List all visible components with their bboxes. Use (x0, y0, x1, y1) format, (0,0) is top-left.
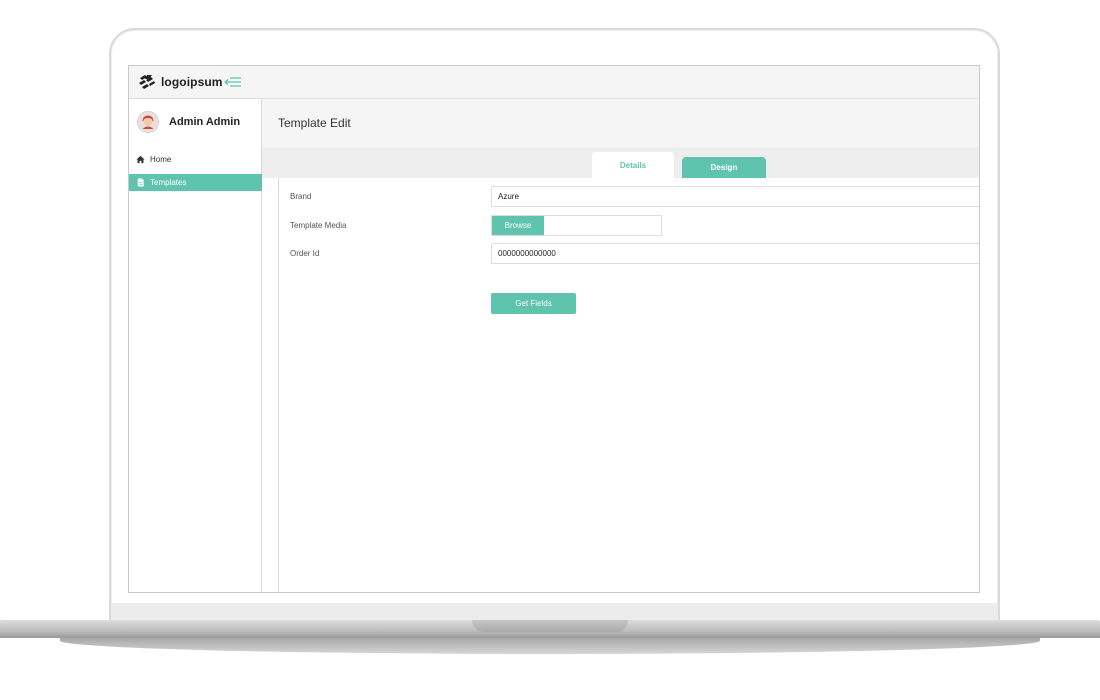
page-header: Template Edit (262, 99, 979, 147)
user-name: Admin Admin (169, 116, 241, 128)
laptop-base-bottom (60, 638, 1040, 654)
laptop-notch (472, 620, 628, 632)
main-content: Template Edit Details Design Brand Azure… (262, 99, 979, 592)
brand-value: Azure (498, 192, 519, 201)
sidebar-item-templates[interactable]: Templates (129, 174, 262, 191)
brand-field[interactable]: Azure (491, 186, 979, 207)
sidebar: Admin Admin Home Templates (129, 99, 262, 592)
tab-strip: Details Design (262, 147, 979, 178)
tab-design[interactable]: Design (682, 157, 766, 178)
page-title: Template Edit (278, 116, 351, 130)
logo-mark-icon (139, 75, 155, 89)
form-panel: Brand Azure Template Media Browse Order … (278, 178, 979, 592)
sidebar-item-label: Home (150, 155, 172, 164)
order-id-label: Order Id (290, 249, 320, 258)
sidebar-item-label: Templates (150, 178, 187, 187)
top-bar: logoipsum (129, 66, 979, 99)
brand-label: Brand (290, 192, 312, 201)
app-screen: logoipsum Admin Admin Home Templates Tem… (128, 65, 980, 593)
browse-button[interactable]: Browse (492, 216, 544, 235)
file-icon (137, 178, 144, 187)
template-media-label: Template Media (290, 221, 347, 230)
sidebar-item-home[interactable]: Home (129, 151, 262, 168)
logo[interactable]: logoipsum (138, 74, 223, 90)
user-avatar-icon (137, 111, 159, 133)
logo-text: logoipsum (161, 75, 223, 89)
template-media-field[interactable]: Browse (491, 215, 662, 236)
laptop-chin (111, 603, 998, 621)
menu-toggle-icon[interactable] (224, 76, 242, 88)
order-id-value: 0000000000000 (498, 249, 556, 258)
home-icon (136, 155, 145, 164)
get-fields-button[interactable]: Get Fields (491, 293, 576, 314)
tab-details[interactable]: Details (592, 152, 674, 178)
user-profile[interactable]: Admin Admin (137, 111, 240, 133)
order-id-field[interactable]: 0000000000000 (491, 243, 979, 264)
